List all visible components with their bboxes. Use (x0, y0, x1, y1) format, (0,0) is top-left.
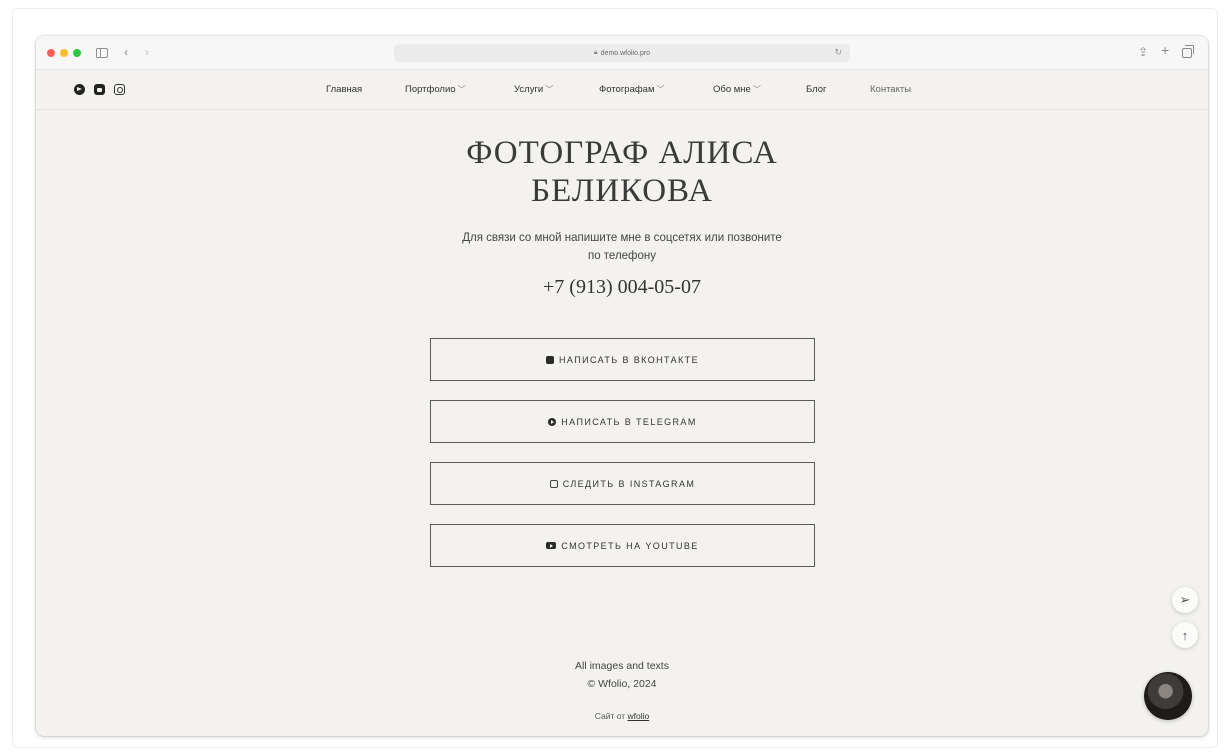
nav-item-contacts[interactable]: Контакты (870, 82, 911, 98)
scroll-to-top-button[interactable]: ↑ (1172, 622, 1198, 648)
youtube-watch-button-label: СМОТРЕТЬ НА YOUTUBE (561, 540, 699, 551)
vk-icon (546, 355, 555, 364)
new-tab-icon[interactable]: + (1161, 43, 1169, 57)
footer-wfolio-link[interactable]: wfolio (628, 711, 650, 721)
back-arrow-icon[interactable]: ‹ (124, 46, 128, 58)
nav-item-about[interactable]: Обо мне ﹀ (713, 82, 761, 98)
footer-copyright-line2: © Wfolio, 2024 (587, 678, 657, 690)
footer-copyright-line1: All images and texts (575, 660, 669, 672)
minimize-window-button[interactable] (60, 49, 68, 57)
window-controls (47, 49, 81, 57)
send-message-button[interactable]: ➢ (1172, 587, 1198, 613)
nav-item-home[interactable]: Главная (326, 82, 362, 98)
nav-item-for-photographers[interactable]: Фотографам ﹀ (599, 82, 665, 98)
site-header: Главная Портфолио ﹀ Услуги ﹀ Фотографам ﹀ О… (36, 70, 1208, 110)
vk-message-button[interactable]: НАПИСАТЬ В ВКОНТАКТЕ (430, 338, 815, 381)
nav-item-services[interactable]: Услуги ﹀ (514, 82, 553, 98)
browser-toolbar: ‹ › 🔒︎ demo.wfolio.pro ↻ ⇪ + (36, 36, 1208, 70)
arrow-up-icon: ↑ (1181, 627, 1189, 643)
address-bar-url: demo.wfolio.pro (600, 49, 651, 57)
youtube-icon (546, 542, 557, 549)
sidebar-toggle-icon[interactable] (96, 48, 108, 58)
telegram-icon (548, 417, 557, 426)
paper-plane-icon: ➢ (1179, 592, 1191, 607)
avatar[interactable] (1144, 672, 1192, 720)
forward-arrow-icon[interactable]: › (145, 46, 149, 58)
tab-overview-icon[interactable] (1182, 45, 1194, 58)
lock-icon: 🔒︎ (593, 49, 598, 56)
page-title-line2: БЕЛИКОВА (531, 173, 713, 209)
maximize-window-button[interactable] (73, 49, 81, 57)
footer-site-credit-label: Сайт от (594, 711, 626, 721)
chevron-down-icon: ﹀ (656, 85, 665, 94)
share-icon[interactable]: ⇪ (1138, 46, 1148, 58)
instagram-follow-button-label: СЛЕДИТЬ В INSTAGRAM (562, 478, 696, 489)
vk-message-button-label: НАПИСАТЬ В ВКОНТАКТЕ (559, 354, 699, 365)
telegram-message-button-label: НАПИСАТЬ В TELEGRAM (561, 416, 697, 427)
nav-item-portfolio[interactable]: Портфолио ﹀ (405, 82, 466, 98)
chevron-down-icon: ﹀ (457, 85, 466, 94)
phone-number[interactable]: +7 (913) 004-05-07 (36, 276, 1208, 299)
telegram-message-button[interactable]: НАПИСАТЬ В TELEGRAM (430, 400, 815, 443)
main-nav: Главная Портфолио ﹀ Услуги ﹀ Фотографам ﹀ О… (36, 82, 1208, 98)
page-title-line1: ФОТОГРАФ АЛИСА (466, 135, 778, 171)
contact-subtitle: Для связи со мной напишите мне в соцсетя… (416, 229, 828, 265)
chevron-down-icon: ﹀ (752, 85, 761, 94)
nav-item-blog[interactable]: Блог (806, 82, 827, 98)
instagram-icon (549, 479, 558, 488)
close-window-button[interactable] (47, 49, 55, 57)
page-title: ФОТОГРАФ АЛИСА БЕЛИКОВА (36, 134, 1208, 210)
youtube-watch-button[interactable]: СМОТРЕТЬ НА YOUTUBE (430, 524, 815, 567)
chevron-down-icon: ﹀ (545, 85, 554, 94)
contact-subtitle-line2: по телефону (587, 250, 657, 262)
footer-site-credit: Сайт от wfolio (36, 711, 1208, 721)
contact-subtitle-line1: Для связи со мной напишите мне в соцсетя… (462, 232, 782, 244)
browser-window: ‹ › 🔒︎ demo.wfolio.pro ↻ ⇪ + Главная Пор… (36, 36, 1208, 736)
instagram-follow-button[interactable]: СЛЕДИТЬ В INSTAGRAM (430, 462, 815, 505)
reload-icon[interactable]: ↻ (834, 47, 842, 58)
address-bar[interactable]: 🔒︎ demo.wfolio.pro ↻ (394, 44, 850, 62)
